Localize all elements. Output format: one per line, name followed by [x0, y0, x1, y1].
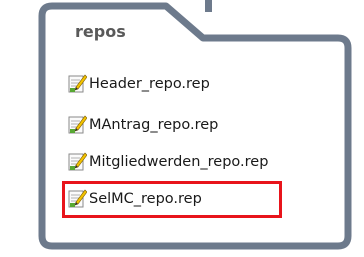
highlight-box — [62, 181, 282, 218]
rep-file-icon — [68, 74, 87, 93]
rep-file-icon — [68, 152, 87, 171]
file-item-mitgliedwerden[interactable]: Mitgliedwerden_repo.rep — [67, 151, 268, 173]
file-item-mantrag[interactable]: MAntrag_repo.rep — [67, 114, 218, 136]
file-item-header[interactable]: Header_repo.rep — [67, 73, 210, 95]
file-name: Mitgliedwerden_repo.rep — [89, 154, 269, 170]
folder-title: repos — [75, 22, 126, 41]
rep-file-icon — [68, 115, 87, 134]
file-name: Header_repo.rep — [89, 76, 210, 92]
file-name: MAntrag_repo.rep — [89, 117, 219, 133]
diagram-canvas: repos Header_repo.rep MAntrag_repo.rep M… — [0, 0, 364, 257]
